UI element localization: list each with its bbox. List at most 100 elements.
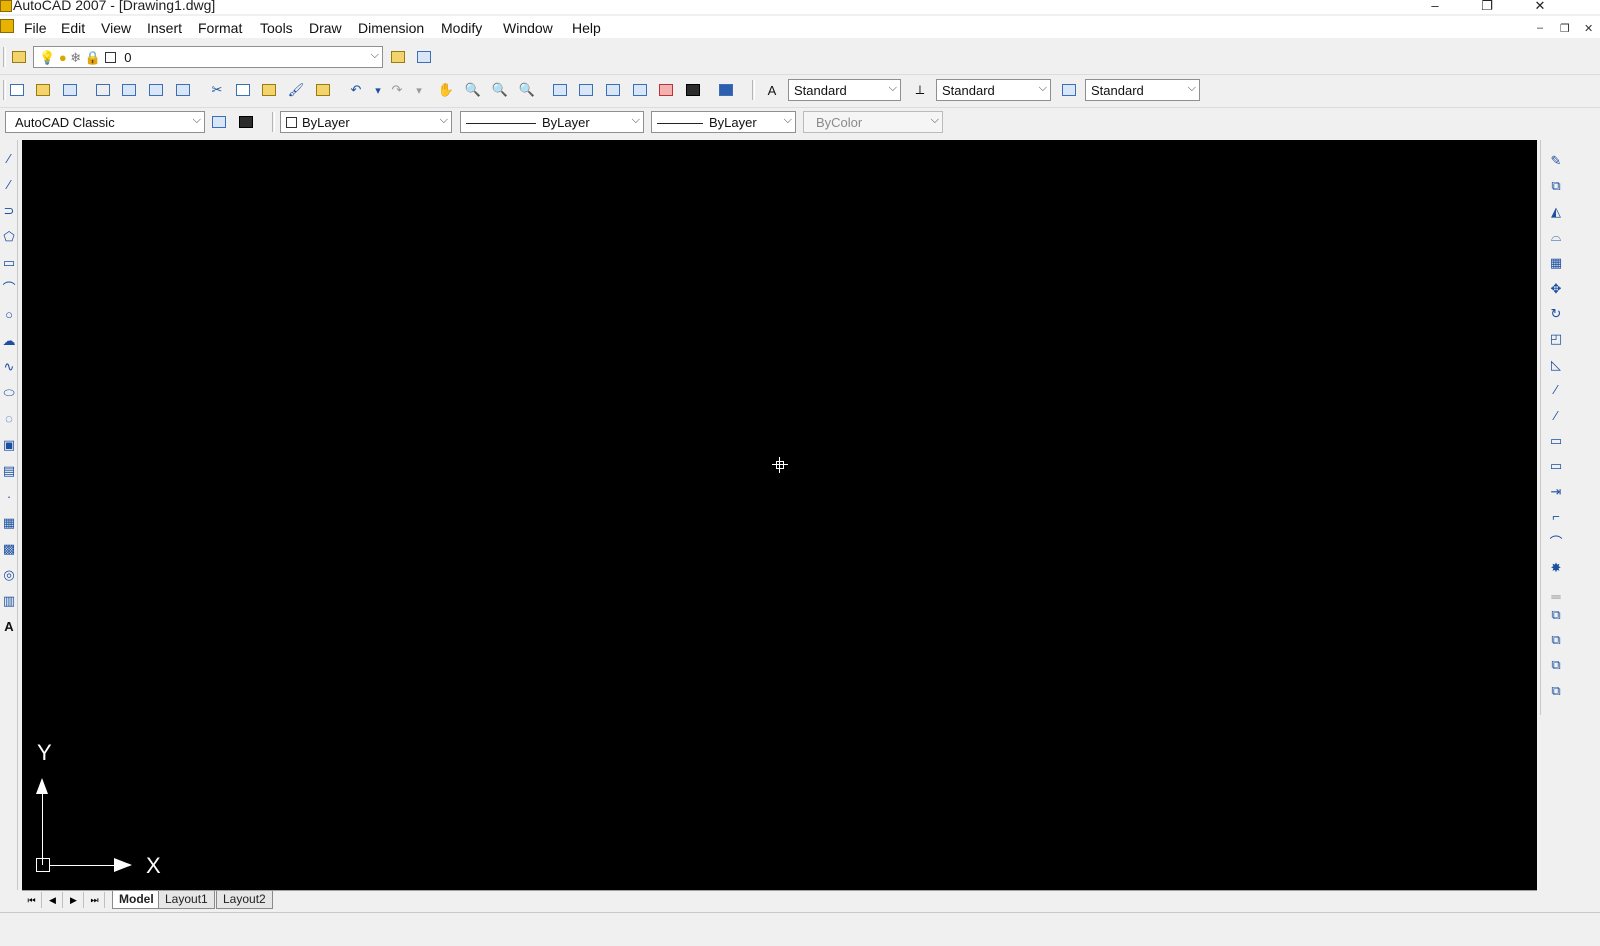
color-control-dropdown[interactable]: ByLayer ⌵ (280, 111, 452, 133)
3d-dwf-icon[interactable] (173, 80, 193, 100)
stretch-icon[interactable]: ◺ (1541, 356, 1571, 374)
offset-icon[interactable]: ⌓ (1541, 228, 1571, 246)
menu-edit[interactable]: Edit (61, 20, 85, 36)
rectangle-icon[interactable]: ▭ (0, 254, 18, 272)
fillet-icon[interactable]: ⌒ (1541, 534, 1571, 552)
insert-block-icon[interactable]: ▣ (0, 436, 18, 454)
explode-icon[interactable]: ✸ (1541, 559, 1571, 577)
break-icon[interactable]: ▭ (1541, 457, 1571, 475)
move-icon[interactable]: ✥ (1541, 280, 1571, 298)
menu-insert[interactable]: Insert (147, 20, 182, 36)
extend-icon[interactable]: ⁄ (1541, 407, 1571, 425)
lineweight-control-dropdown[interactable]: ByLayer ⌵ (651, 111, 796, 133)
toolbar-grip[interactable] (3, 47, 6, 67)
match-properties-icon[interactable]: 🖌 (286, 80, 306, 100)
minimize-window-button[interactable]: – (1415, 0, 1455, 14)
ellipse-arc-icon[interactable]: ◌ (0, 410, 18, 428)
menu-tools[interactable]: Tools (260, 20, 293, 36)
doc-restore-button[interactable]: ❐ (1560, 22, 1570, 35)
layer-previous-icon[interactable] (414, 47, 434, 67)
workspace-dropdown[interactable]: AutoCAD Classic ⌵ (5, 111, 205, 133)
cut-icon[interactable]: ✂ (207, 80, 227, 100)
markup-set-manager-icon[interactable] (656, 80, 676, 100)
pan-realtime-icon[interactable]: ✋ (436, 80, 456, 100)
draworder-above-icon[interactable]: ⧉ (1541, 656, 1571, 674)
erase-icon[interactable]: ✎ (1541, 152, 1571, 170)
make-block-icon[interactable]: ▤ (0, 462, 18, 480)
tool-palettes-icon[interactable] (603, 80, 623, 100)
workspace-settings-icon[interactable] (209, 112, 229, 132)
autocad-app-icon[interactable] (0, 0, 12, 12)
menu-format[interactable]: Format (198, 20, 242, 36)
rotate-icon[interactable]: ↻ (1541, 305, 1571, 323)
help-icon[interactable] (716, 80, 736, 100)
text-style-icon[interactable]: A (762, 80, 782, 100)
previous-layout-button[interactable]: ◀ (43, 892, 63, 908)
hatch-icon[interactable]: ▦ (0, 514, 18, 532)
save-icon[interactable] (60, 80, 80, 100)
zoom-realtime-icon[interactable]: 🔍 (463, 80, 483, 100)
trim-icon[interactable]: ⁄ (1541, 381, 1571, 399)
open-icon[interactable] (33, 80, 53, 100)
linetype-control-dropdown[interactable]: ByLayer ⌵ (460, 111, 644, 133)
plot-icon[interactable] (93, 80, 113, 100)
layer-dropdown[interactable]: 💡 ● ❄ 🔒 0 ⌵ (33, 46, 383, 68)
toolbar-grip[interactable] (272, 112, 275, 132)
table-icon[interactable]: ▥ (0, 592, 18, 610)
multiline-text-icon[interactable]: A (0, 618, 18, 636)
gradient-icon[interactable]: ▩ (0, 540, 18, 558)
draworder-under-icon[interactable]: ⧉ (1541, 682, 1571, 700)
dimension-style-icon[interactable]: ⟂ (910, 80, 930, 100)
tab-model[interactable]: Model (112, 891, 161, 909)
quickcalc-icon[interactable] (683, 80, 703, 100)
doc-close-button[interactable]: ✕ (1584, 22, 1593, 35)
menu-window[interactable]: Window (503, 20, 553, 36)
drawing-canvas[interactable]: Y X (22, 140, 1537, 890)
menu-modify[interactable]: Modify (441, 20, 482, 36)
copy-icon[interactable] (233, 80, 253, 100)
text-style-dropdown[interactable]: Standard ⌵ (788, 79, 901, 101)
redo-icon[interactable]: ↷ (387, 80, 407, 100)
plot-preview-icon[interactable] (119, 80, 139, 100)
construction-line-icon[interactable]: ⁄ (0, 176, 18, 194)
undo-dropdown-icon[interactable]: ▾ (368, 80, 388, 100)
zoom-window-icon[interactable]: 🔍 (490, 80, 510, 100)
doc-minimize-button[interactable]: – (1537, 22, 1543, 34)
polyline-icon[interactable]: ⊃ (0, 202, 18, 220)
chamfer-icon[interactable]: ⌐ (1541, 508, 1571, 526)
next-layout-button[interactable]: ▶ (64, 892, 84, 908)
ellipse-icon[interactable]: ⬭ (0, 384, 18, 402)
new-icon[interactable] (7, 80, 27, 100)
revision-cloud-icon[interactable]: ☁ (0, 332, 18, 350)
sheet-set-manager-icon[interactable] (630, 80, 650, 100)
point-icon[interactable]: · (0, 488, 18, 506)
workspace-save-icon[interactable] (236, 112, 256, 132)
last-layout-button[interactable]: ⏭ (85, 892, 105, 908)
table-style-icon[interactable] (1059, 80, 1079, 100)
arc-icon[interactable]: ⌒ (0, 280, 18, 298)
circle-icon[interactable]: ○ (0, 306, 18, 324)
mirror-icon[interactable]: ◭ (1541, 203, 1571, 221)
draworder-front-icon[interactable]: ⧉ (1541, 606, 1571, 624)
menu-draw[interactable]: Draw (309, 20, 342, 36)
layer-manager-icon[interactable] (9, 47, 29, 67)
design-center-icon[interactable] (576, 80, 596, 100)
restore-window-button[interactable]: ❐ (1467, 0, 1507, 14)
scale-icon[interactable]: ◰ (1541, 330, 1571, 348)
dimension-style-dropdown[interactable]: Standard ⌵ (936, 79, 1051, 101)
menu-dimension[interactable]: Dimension (358, 20, 424, 36)
redo-dropdown-icon[interactable]: ▾ (409, 80, 429, 100)
region-icon[interactable]: ◎ (0, 566, 18, 584)
paste-icon[interactable] (259, 80, 279, 100)
menu-help[interactable]: Help (572, 20, 601, 36)
tab-layout1[interactable]: Layout1 (158, 891, 215, 909)
toolbar-grip[interactable] (3, 80, 6, 100)
copy-object-icon[interactable]: ⧉ (1541, 177, 1571, 195)
tab-layout2[interactable]: Layout2 (216, 891, 273, 909)
make-object-layer-current-icon[interactable] (388, 47, 408, 67)
menu-file[interactable]: File (24, 20, 47, 36)
polygon-icon[interactable]: ⬠ (0, 228, 18, 246)
break-at-point-icon[interactable]: ▭ (1541, 432, 1571, 450)
toolbar-grip[interactable] (752, 80, 755, 100)
undo-icon[interactable]: ↶ (346, 80, 366, 100)
